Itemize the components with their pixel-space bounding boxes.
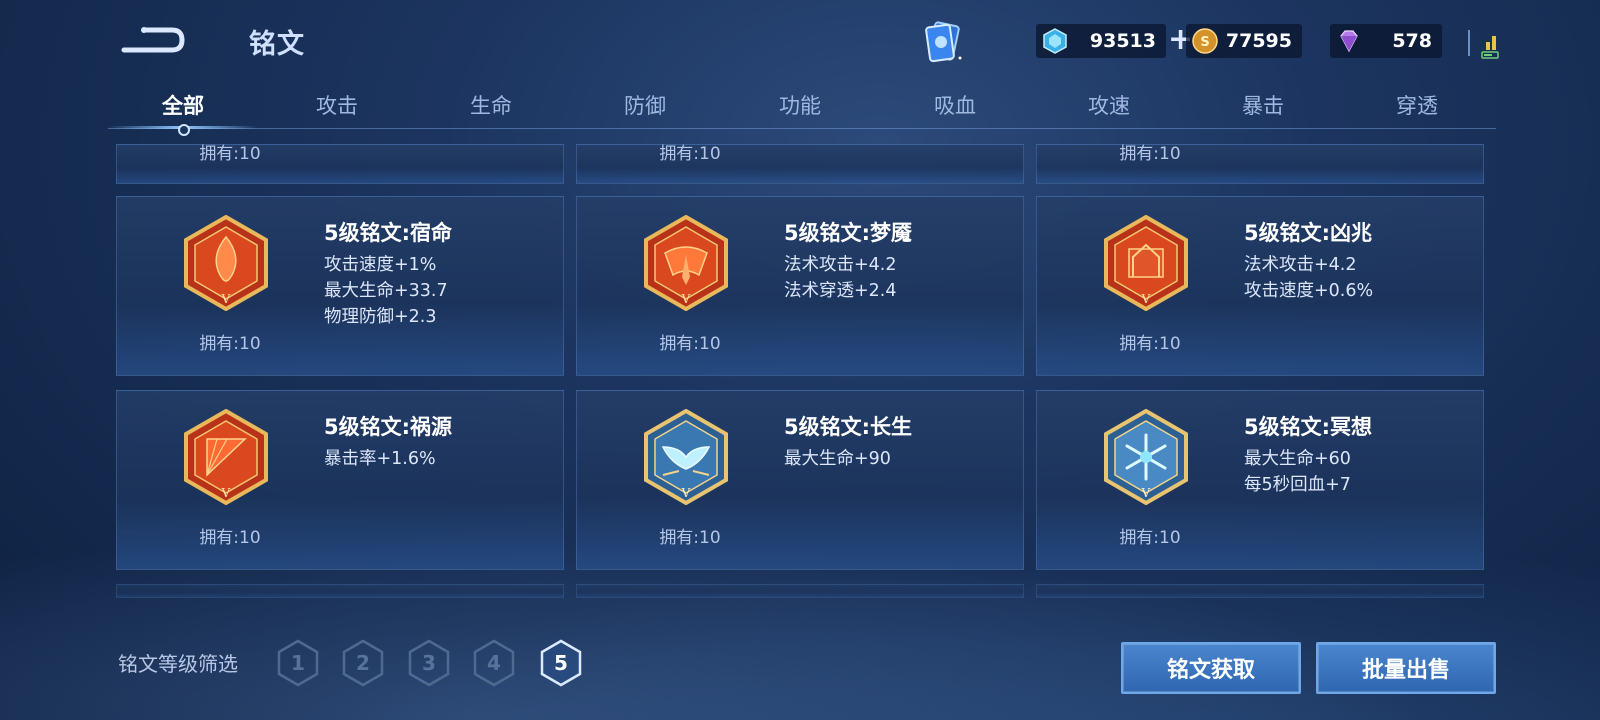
tab-life[interactable]: 生命 [436,90,546,120]
wing-emblem-icon: V [644,409,728,505]
emblem-card-partial [116,584,564,598]
active-tab-dot [178,124,190,136]
level-filter-1[interactable]: 1 [276,639,320,687]
demon-emblem-icon: V [644,215,728,311]
level-filter-label: 铭文等级筛选 [118,652,238,676]
emblem-card[interactable]: V 5级铭文:祸源 暴击率+1.6% 拥有:10 [116,390,564,570]
emblem-card[interactable]: V 5级铭文:冥想 最大生命+60 每5秒回血+7 拥有:10 [1036,390,1484,570]
tab-utility[interactable]: 功能 [745,90,855,120]
coin-balance: S 77595 [1186,24,1302,58]
back-arrow-icon[interactable] [120,20,186,56]
owned-count: 拥有:10 [199,528,261,548]
owned-count: 拥有:10 [1119,144,1181,164]
emblem-acquire-button[interactable]: 铭文获取 [1121,642,1301,694]
owned-count: 拥有:10 [199,144,261,164]
owned-count: 拥有:10 [659,334,721,354]
level-filter-2[interactable]: 2 [341,639,385,687]
tab-all[interactable]: 全部 [128,90,238,120]
svg-text:3: 3 [422,651,436,675]
tab-critical[interactable]: 暴击 [1208,90,1318,120]
diamond-balance: 578 [1330,24,1442,58]
gold-coin-icon: S [1192,28,1218,54]
svg-text:1: 1 [291,651,305,675]
emblem-stat: 法术穿透+2.4 [784,281,897,301]
emblem-stat: 最大生命+90 [784,449,891,469]
owned-count: 拥有:10 [1119,334,1181,354]
tab-lifesteal[interactable]: 吸血 [900,90,1010,120]
emblem-card-partial[interactable]: 拥有:10 [1036,144,1484,184]
emblem-name: 5级铭文:凶兆 [1244,221,1373,245]
svg-text:V: V [681,292,691,306]
svg-text:2: 2 [356,651,370,675]
page-title: 铭文 [249,29,305,60]
emblem-stat: 最大生命+60 [1244,449,1351,469]
purple-diamond-icon [1340,30,1358,53]
svg-text:V: V [1141,292,1151,306]
crystal-balance: 93513 [1036,24,1166,58]
snowflake-emblem-icon: V [1104,409,1188,505]
level-filter-3[interactable]: 3 [407,639,451,687]
level-filter-4[interactable]: 4 [472,639,516,687]
emblem-stat: 攻击速度+1% [324,255,437,275]
fan-emblem-icon: V [184,409,268,505]
coin-amount: 77595 [1225,30,1292,52]
emblem-stat: 法术攻击+4.2 [784,255,897,275]
crystal-amount: 93513 [1089,30,1156,52]
emblem-card-partial [576,584,1024,598]
emblem-card-partial [1036,584,1484,598]
svg-text:V: V [221,486,231,500]
emblem-name: 5级铭文:宿命 [324,221,453,245]
emblem-stat: 物理防御+2.3 [324,307,437,327]
svg-text:V: V [1141,486,1151,500]
svg-text:5: 5 [554,651,568,675]
flame-emblem-icon: V [184,215,268,311]
owned-count: 拥有:10 [199,334,261,354]
owned-count: 拥有:10 [659,144,721,164]
owned-count: 拥有:10 [659,528,721,548]
category-tabs: 全部 攻击 生命 防御 功能 吸血 攻速 暴击 穿透 [108,84,1496,129]
level-filter-5[interactable]: 5 [539,639,583,687]
emblem-stat: 每5秒回血+7 [1244,475,1351,495]
blue-crystal-icon [1043,28,1067,54]
svg-text:V: V [221,292,231,306]
emblem-card[interactable]: V 5级铭文:宿命 攻击速度+1% 最大生命+33.7 物理防御+2.3 拥有:… [116,196,564,376]
emblem-name: 5级铭文:梦魇 [784,221,913,245]
owned-count: 拥有:10 [1119,528,1181,548]
emblem-card-partial[interactable]: 拥有:10 [116,144,564,184]
tab-penetration[interactable]: 穿透 [1362,90,1472,120]
emblem-card-partial[interactable]: 拥有:10 [576,144,1024,184]
emblem-name: 5级铭文:长生 [784,415,913,439]
emblem-stat: 暴击率+1.6% [324,449,436,469]
tab-defense[interactable]: 防御 [590,90,700,120]
bulk-sell-button[interactable]: 批量出售 [1316,642,1496,694]
svg-text:V: V [681,486,691,500]
emblem-card[interactable]: V 5级铭文:长生 最大生命+90 拥有:10 [576,390,1024,570]
tab-attack[interactable]: 攻击 [282,90,392,120]
emblem-stat: 攻击速度+0.6% [1244,281,1374,301]
emblem-card[interactable]: V 5级铭文:凶兆 法术攻击+4.2 攻击速度+0.6% 拥有:10 [1036,196,1484,376]
svg-text:4: 4 [487,651,501,675]
diamond-amount: 578 [1392,30,1432,52]
emblem-name: 5级铭文:冥想 [1244,415,1373,439]
tab-attack-speed[interactable]: 攻速 [1054,90,1164,120]
emblem-card[interactable]: V 5级铭文:梦魇 法术攻击+4.2 法术穿透+2.4 拥有:10 [576,196,1024,376]
svg-text:S: S [1200,35,1209,50]
battery-signal-icon [1468,30,1499,59]
emblem-stat: 最大生命+33.7 [324,281,448,301]
emblem-name: 5级铭文:祸源 [324,415,453,439]
card-deck-icon[interactable] [918,18,968,68]
emblem-stat: 法术攻击+4.2 [1244,255,1357,275]
omen-emblem-icon: V [1104,215,1188,311]
